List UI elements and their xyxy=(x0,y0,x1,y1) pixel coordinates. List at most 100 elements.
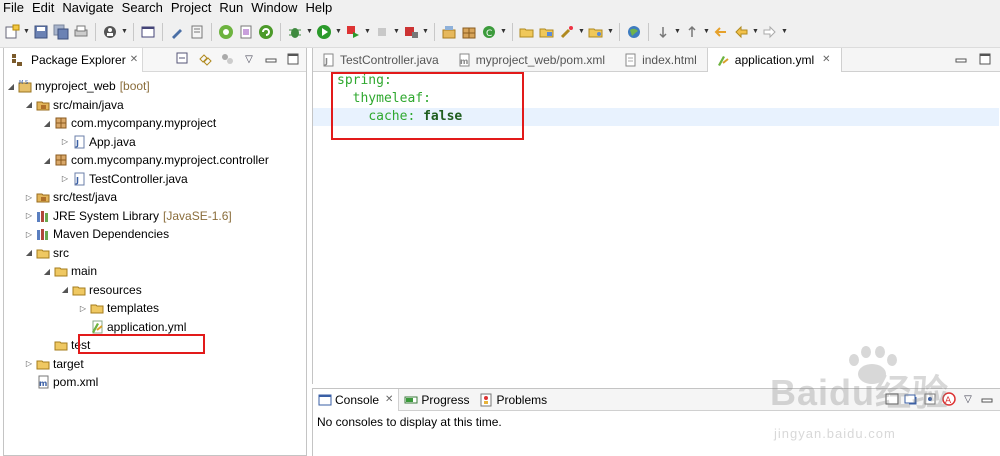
close-icon[interactable]: ✕ xyxy=(130,54,138,65)
back-dropdown-icon[interactable]: ▼ xyxy=(752,28,759,35)
external-tools-icon[interactable] xyxy=(344,23,362,41)
collapsed-twisty-icon[interactable]: ▷ xyxy=(24,359,34,368)
spring-console-icon[interactable]: A xyxy=(942,392,956,406)
expanded-twisty-icon[interactable]: ◢ xyxy=(60,285,70,294)
tree-item-src[interactable]: ◢ src xyxy=(4,244,306,263)
new-class-dropdown-icon[interactable]: ▼ xyxy=(500,28,507,35)
search-dropdown-icon[interactable]: ▼ xyxy=(578,28,585,35)
minimize-icon[interactable] xyxy=(980,392,994,406)
run-icon[interactable] xyxy=(315,23,333,41)
tree-item-pom-xml[interactable]: m pom.xml xyxy=(4,373,306,392)
pin-console-icon[interactable] xyxy=(923,392,937,406)
tab-console[interactable]: Console ✕ xyxy=(313,388,400,411)
debug-icon[interactable] xyxy=(286,23,304,41)
tree-item-target[interactable]: ▷ target xyxy=(4,355,306,374)
tab-progress[interactable]: Progress xyxy=(399,389,474,411)
save-icon[interactable] xyxy=(32,23,50,41)
globe-icon[interactable] xyxy=(625,23,643,41)
code-editor[interactable]: spring: thymeleaf: cache: false xyxy=(313,72,999,384)
next-annotation-icon[interactable] xyxy=(654,23,672,41)
tab-index-html[interactable]: index.html xyxy=(615,48,707,72)
menu-project[interactable]: Project xyxy=(167,0,215,16)
expanded-twisty-icon[interactable]: ◢ xyxy=(42,267,52,276)
collapsed-twisty-icon[interactable]: ▷ xyxy=(60,137,70,146)
minimize-icon[interactable] xyxy=(264,52,278,66)
tree-item-package[interactable]: ◢ com.mycompany.myproject xyxy=(4,114,306,133)
run-dropdown-icon[interactable]: ▼ xyxy=(335,28,342,35)
menu-edit[interactable]: Edit xyxy=(28,0,58,16)
close-icon[interactable]: ✕ xyxy=(385,394,393,405)
new-dropdown-icon[interactable]: ▼ xyxy=(23,28,30,35)
skip-breakpoints-icon[interactable] xyxy=(188,23,206,41)
new-project-icon[interactable] xyxy=(440,23,458,41)
prev-annotation-dropdown-icon[interactable]: ▼ xyxy=(703,28,710,35)
refresh-spring-icon[interactable] xyxy=(257,23,275,41)
prev-annotation-icon[interactable] xyxy=(683,23,701,41)
menu-file[interactable]: File xyxy=(0,0,28,16)
new-package-icon[interactable] xyxy=(460,23,478,41)
next-annotation-dropdown-icon[interactable]: ▼ xyxy=(674,28,681,35)
display-selected-console-icon[interactable] xyxy=(904,392,918,406)
minimize-icon[interactable] xyxy=(954,52,968,66)
expanded-twisty-icon[interactable]: ◢ xyxy=(42,156,52,165)
tree-item-main[interactable]: ◢ main xyxy=(4,262,306,281)
profile-icon[interactable] xyxy=(101,23,119,41)
tab-package-explorer[interactable]: Package Explorer ✕ xyxy=(4,47,144,72)
view-menu-icon[interactable]: ▽ xyxy=(242,52,256,66)
maximize-icon[interactable] xyxy=(286,52,300,66)
view-menu-icon[interactable]: ▽ xyxy=(961,392,975,406)
collapsed-twisty-icon[interactable]: ▷ xyxy=(24,211,34,220)
server-dropdown-icon[interactable]: ▼ xyxy=(422,28,429,35)
expanded-twisty-icon[interactable]: ◢ xyxy=(24,100,34,109)
tree-item-resources[interactable]: ◢ resources xyxy=(4,281,306,300)
document-icon[interactable] xyxy=(237,23,255,41)
collapsed-twisty-icon[interactable]: ▷ xyxy=(24,193,34,202)
tree-item-src-main-java[interactable]: ◢ src/main/java xyxy=(4,96,306,115)
open-task-dropdown-icon[interactable]: ▼ xyxy=(607,28,614,35)
tab-problems[interactable]: Problems xyxy=(474,389,552,411)
new-class-icon[interactable]: C xyxy=(480,23,498,41)
tree-item-src-test-java[interactable]: ▷ src/test/java xyxy=(4,188,306,207)
tree-item-maven-dependencies[interactable]: ▷ Maven Dependencies xyxy=(4,225,306,244)
tab-application-yml[interactable]: application.yml ✕ xyxy=(706,47,842,72)
tree-item-templates[interactable]: ▷ templates xyxy=(4,299,306,318)
debug-dropdown-icon[interactable]: ▼ xyxy=(306,28,313,35)
external-tools-dropdown-icon[interactable]: ▼ xyxy=(364,28,371,35)
tree-item-testcontroller-java[interactable]: ▷ J TestController.java xyxy=(4,170,306,189)
menu-navigate[interactable]: Navigate xyxy=(58,0,117,16)
debug-pen-icon[interactable] xyxy=(168,23,186,41)
tree-item-app-java[interactable]: ▷ J App.java xyxy=(4,133,306,152)
collapsed-twisty-icon[interactable]: ▷ xyxy=(60,174,70,183)
last-edit-location-icon[interactable] xyxy=(712,23,730,41)
menu-search[interactable]: Search xyxy=(118,0,167,16)
open-resource-icon[interactable] xyxy=(538,23,556,41)
tree-item-jre-library[interactable]: ▷ JRE System Library [JavaSE-1.6] xyxy=(4,207,306,226)
menu-window[interactable]: Window xyxy=(247,0,301,16)
collapse-all-icon[interactable] xyxy=(176,52,190,66)
new-icon[interactable] xyxy=(3,23,21,41)
open-console-icon[interactable] xyxy=(885,392,899,406)
stop-dropdown-icon[interactable]: ▼ xyxy=(393,28,400,35)
collapsed-twisty-icon[interactable]: ▷ xyxy=(24,230,34,239)
tab-pom-xml[interactable]: m myproject_web/pom.xml xyxy=(449,48,615,72)
console-view-icon[interactable] xyxy=(139,23,157,41)
open-task-icon[interactable] xyxy=(587,23,605,41)
menu-help[interactable]: Help xyxy=(301,0,336,16)
forward-dropdown-icon[interactable]: ▼ xyxy=(781,28,788,35)
print-icon[interactable] xyxy=(72,23,90,41)
collapsed-twisty-icon[interactable]: ▷ xyxy=(78,304,88,313)
menu-run[interactable]: Run xyxy=(215,0,247,16)
link-with-editor-icon[interactable] xyxy=(198,52,212,66)
spring-boot-icon[interactable] xyxy=(217,23,235,41)
tab-testcontroller-java[interactable]: J TestController.java xyxy=(313,48,449,72)
close-icon[interactable]: ✕ xyxy=(822,54,830,65)
focus-icon[interactable] xyxy=(220,52,234,66)
expanded-twisty-icon[interactable]: ◢ xyxy=(42,119,52,128)
save-all-icon[interactable] xyxy=(52,23,70,41)
maximize-icon[interactable] xyxy=(978,52,992,66)
expanded-twisty-icon[interactable]: ◢ xyxy=(24,248,34,257)
server-icon[interactable] xyxy=(402,23,420,41)
search-tool-icon[interactable] xyxy=(558,23,576,41)
tree-item-package[interactable]: ◢ com.mycompany.myproject.controller xyxy=(4,151,306,170)
tree-item-project[interactable]: ◢ MS myproject_web [boot] xyxy=(4,77,306,96)
